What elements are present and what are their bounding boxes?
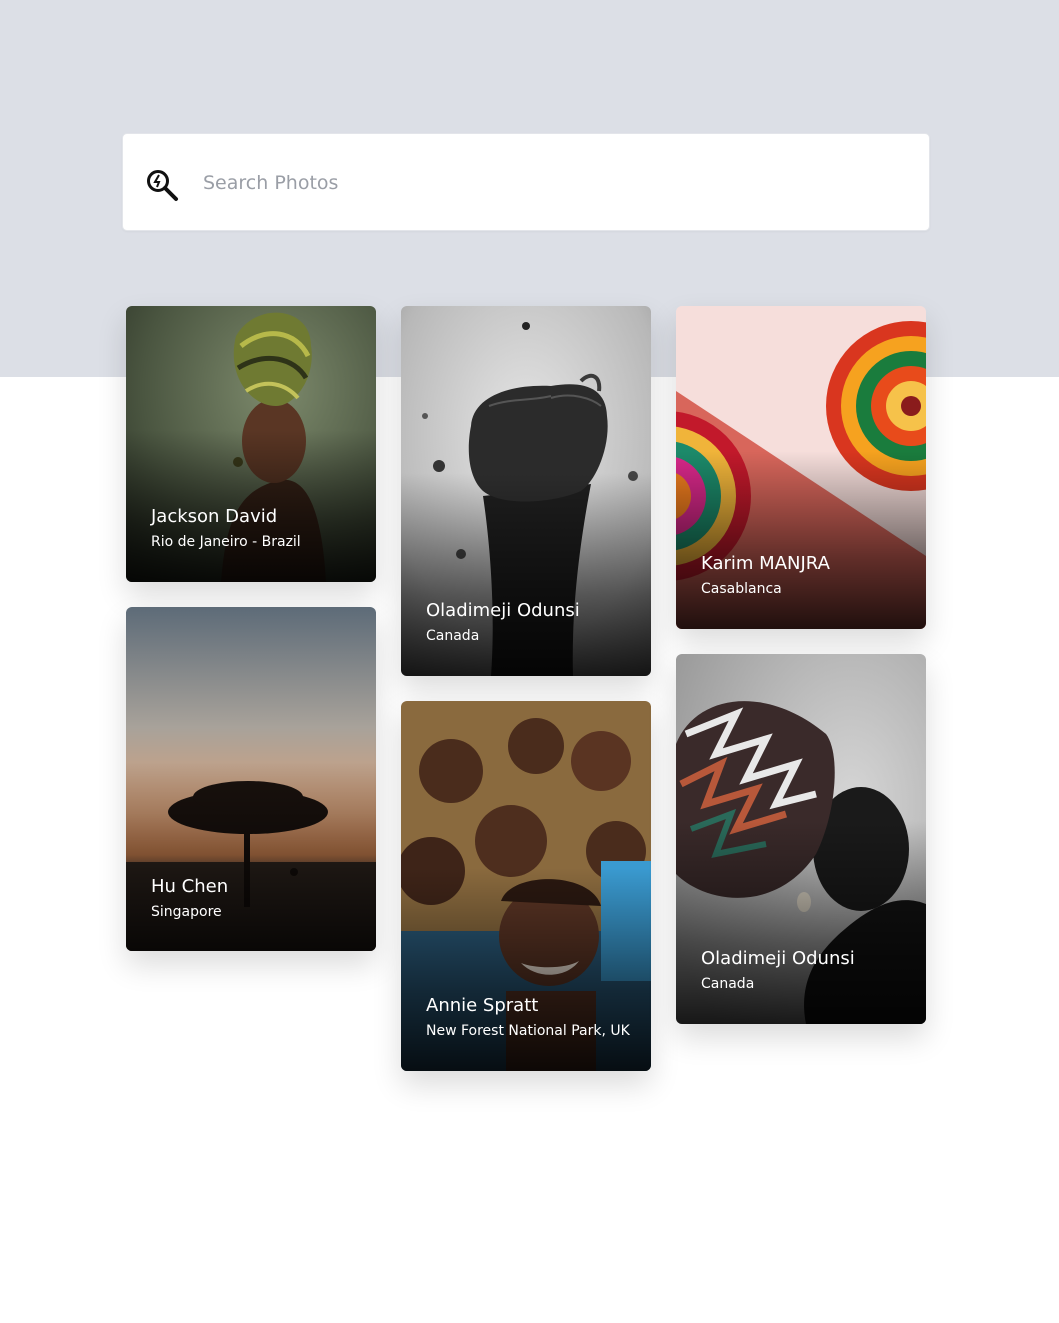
photographer-name: Hu Chen <box>151 876 229 897</box>
photo-card[interactable]: Annie Spratt New Forest National Park, U… <box>401 701 651 1071</box>
photo-location: Singapore <box>151 904 222 920</box>
photographer-name: Annie Spratt <box>426 995 539 1016</box>
search-icon <box>147 170 178 201</box>
photographer-name: Karim MANJRA <box>701 553 830 574</box>
photo-card[interactable]: Jackson David Rio de Janeiro - Brazil <box>126 306 376 582</box>
photographer-name: Oladimeji Odunsi <box>426 600 580 621</box>
photo-card[interactable]: Oladimeji Odunsi Canada <box>676 654 926 1024</box>
photo-card[interactable]: Hu Chen Singapore <box>126 607 376 951</box>
search-input[interactable] <box>203 162 883 204</box>
photo-location: New Forest National Park, UK <box>426 1023 630 1039</box>
photo-location: Canada <box>701 976 755 992</box>
photo-location: Casablanca <box>701 581 782 597</box>
photo-card[interactable]: Karim MANJRA Casablanca <box>676 306 926 629</box>
photographer-name: Oladimeji Odunsi <box>701 948 855 969</box>
search-bar[interactable] <box>122 133 930 231</box>
photographer-name: Jackson David <box>151 506 278 527</box>
page: Jackson David Rio de Janeiro - Brazil <box>0 0 1059 1323</box>
photo-card[interactable]: Oladimeji Odunsi Canada <box>401 306 651 676</box>
photo-location: Rio de Janeiro - Brazil <box>151 534 301 550</box>
photo-location: Canada <box>426 628 480 644</box>
